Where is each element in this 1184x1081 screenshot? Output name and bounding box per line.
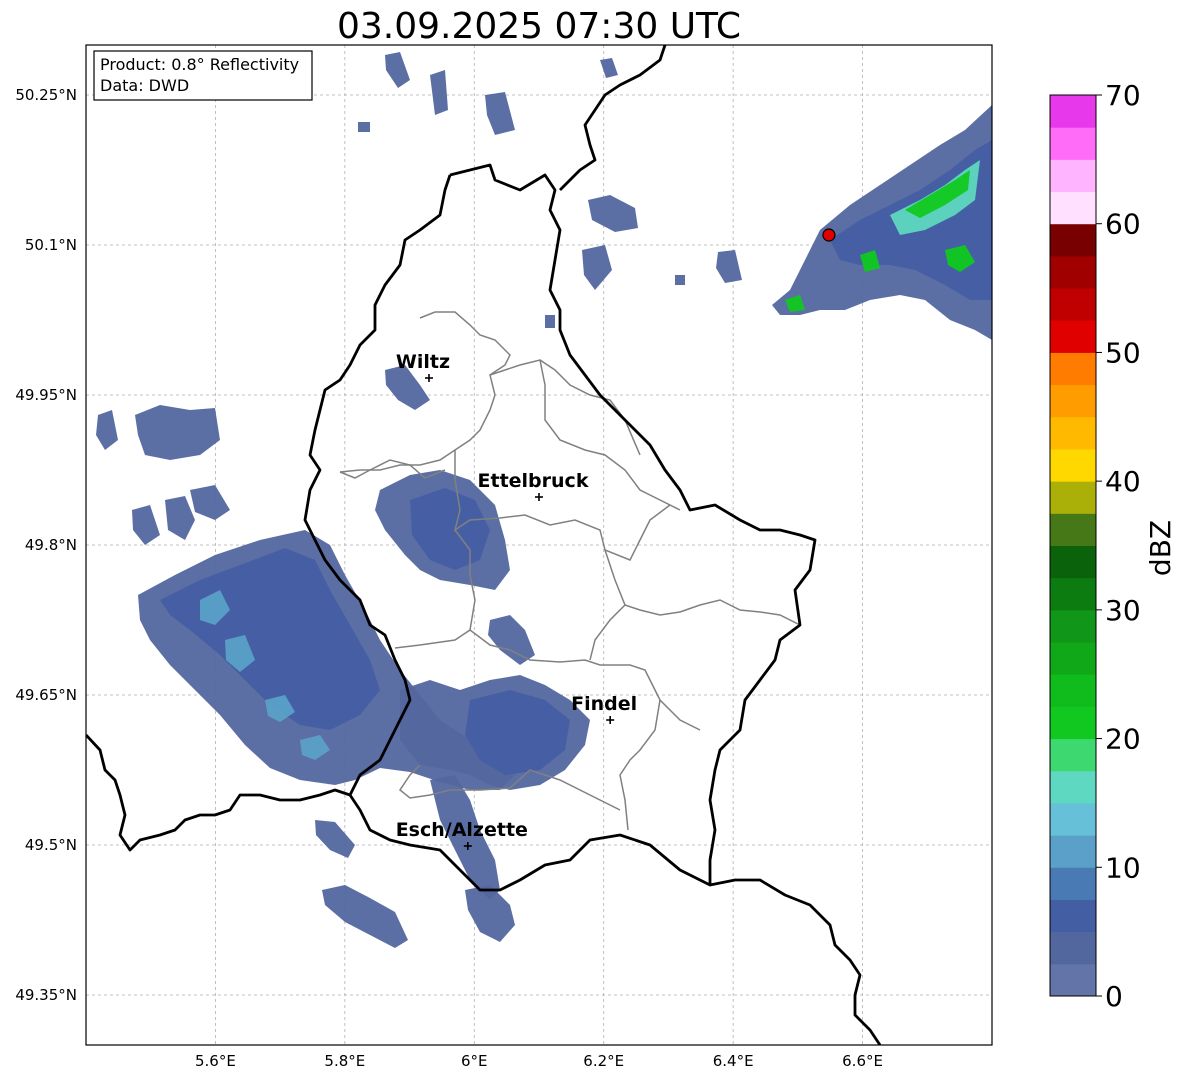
map-title: 03.09.2025 07:30 UTC [337, 6, 741, 47]
colorbar-segment [1050, 545, 1096, 579]
colorbar-tick-label: 50 [1105, 336, 1141, 369]
colorbar-segment [1050, 384, 1096, 418]
colorbar-segment [1050, 609, 1096, 643]
colorbar-segment [1050, 706, 1096, 740]
colorbar-label: dBZ [1144, 520, 1177, 576]
colorbar-segment [1050, 963, 1096, 997]
info-data-source: Data: DWD [100, 76, 189, 95]
lat-tick-label: 49.35°N [15, 986, 77, 1004]
colorbar-segment [1050, 899, 1096, 933]
colorbar-segment [1050, 931, 1096, 965]
lat-tick-label: 49.5°N [25, 836, 77, 854]
colorbar-segment [1050, 191, 1096, 225]
colorbar-tick-label: 40 [1105, 465, 1141, 498]
longitude-ticks: 5.6°E 5.8°E 6°E 6.2°E 6.4°E 6.6°E [195, 1052, 883, 1070]
colorbar-segment [1050, 513, 1096, 546]
colorbar-segment [1050, 416, 1096, 450]
colorbar-tick-label: 60 [1105, 208, 1141, 241]
colorbar-tick-label: 20 [1105, 723, 1141, 756]
info-product: Product: 0.8° Reflectivity [100, 55, 299, 74]
colorbar-segment [1050, 642, 1096, 675]
precip-cell [675, 275, 685, 285]
lon-tick-label: 6°E [461, 1052, 488, 1070]
radar-site-marker[interactable] [822, 228, 836, 242]
colorbar-segment [1050, 288, 1096, 321]
lon-tick-label: 5.6°E [195, 1052, 236, 1070]
colorbar-segment [1050, 770, 1096, 804]
lon-tick-label: 5.8°E [324, 1052, 365, 1070]
lon-tick-label: 6.6°E [842, 1052, 883, 1070]
colorbar-segment [1050, 481, 1096, 514]
city-label: Wiltz [396, 351, 450, 373]
lon-tick-label: 6.2°E [583, 1052, 624, 1070]
city-label: Ettelbruck [478, 470, 589, 492]
city-label: Esch/Alzette [396, 819, 528, 841]
colorbar-tick-label: 30 [1105, 594, 1141, 627]
colorbar-segment [1050, 577, 1096, 611]
lat-tick-label: 49.65°N [15, 686, 77, 704]
colorbar-tick-label: 10 [1105, 851, 1141, 884]
colorbar-segment [1050, 448, 1096, 482]
colorbar-segment [1050, 255, 1096, 289]
colorbar: 0 10 20 30 40 50 60 70 [1049, 79, 1141, 1013]
latitude-ticks: 50.25°N 50.1°N 49.95°N 49.8°N 49.65°N 49.5°N 4… [15, 86, 77, 1004]
colorbar-segment [1050, 352, 1096, 386]
colorbar-segment [1050, 127, 1096, 160]
colorbar-tick-label: 0 [1105, 980, 1123, 1013]
colorbar-segment [1050, 95, 1096, 128]
lat-tick-label: 49.95°N [15, 386, 77, 404]
info-box: Product: 0.8° Reflectivity Data: DWD [93, 50, 313, 101]
colorbar-segment [1050, 674, 1096, 707]
colorbar-segment [1050, 738, 1096, 772]
colorbar-segment [1050, 802, 1096, 836]
lat-tick-label: 50.1°N [25, 236, 77, 254]
lat-tick-label: 49.8°N [25, 536, 77, 554]
precip-cell [545, 315, 555, 328]
figure-canvas: 03.09.2025 07:30 UTC WiltzEttelbruckFind… [15, 6, 1177, 1070]
precip-cell [358, 122, 370, 132]
lat-tick-label: 50.25°N [15, 86, 77, 104]
colorbar-tick-label: 70 [1105, 79, 1141, 112]
lon-tick-label: 6.4°E [713, 1052, 754, 1070]
colorbar-segment [1050, 320, 1096, 353]
radar-figure: 03.09.2025 07:30 UTC Wiltz Ettelbruck Fi… [0, 0, 1184, 1081]
colorbar-segment [1050, 223, 1096, 257]
colorbar-segment [1050, 867, 1096, 900]
colorbar-segment [1050, 835, 1096, 868]
colorbar-segment [1050, 159, 1096, 193]
city-label: Findel [571, 693, 637, 715]
